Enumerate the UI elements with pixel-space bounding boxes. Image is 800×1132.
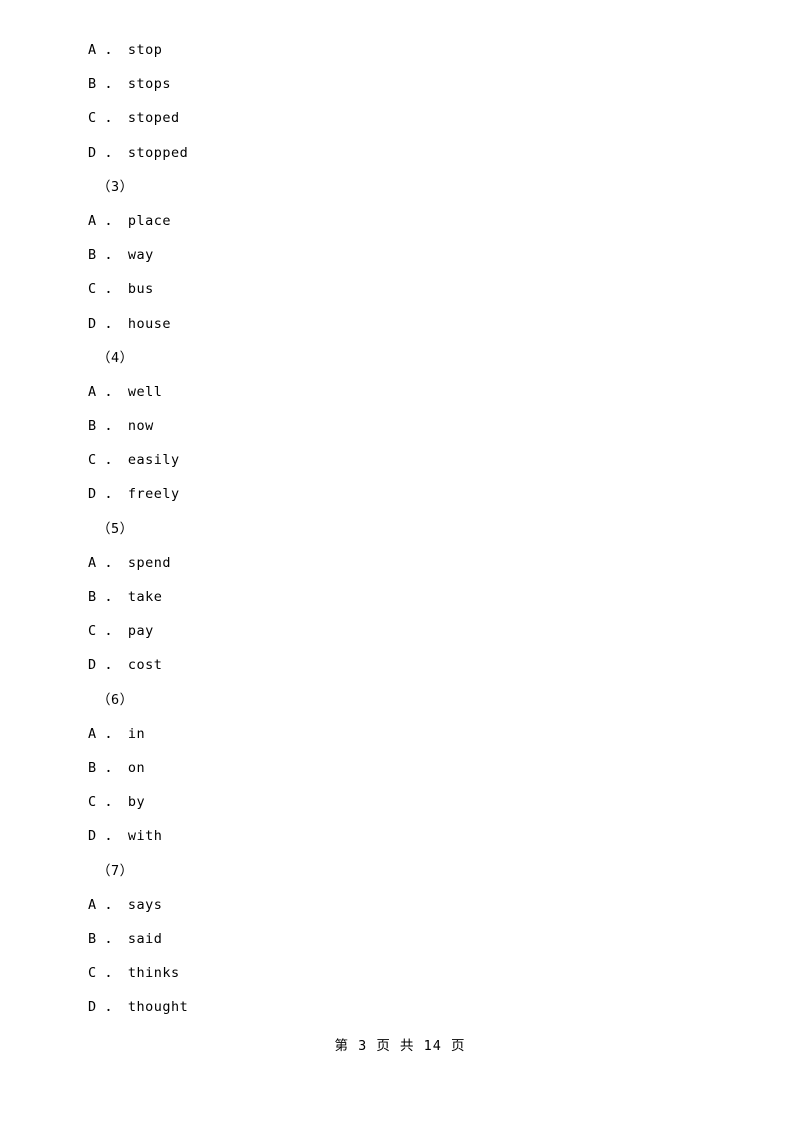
answer-option: D ． stopped — [88, 144, 189, 161]
question-number: （4） — [97, 349, 134, 366]
document-page: A ． stop B ． stops C ． stoped D ． stopped （3… — [0, 0, 800, 1132]
question-number: （7） — [97, 862, 134, 879]
answer-option: A ． in — [88, 725, 146, 742]
answer-option: C ． thinks — [88, 965, 180, 982]
answer-option: B ． take — [88, 589, 163, 605]
answer-option: B ． now — [88, 418, 154, 435]
answer-option: D ． freely — [88, 486, 180, 503]
answer-option: D ． thought — [88, 999, 189, 1016]
question-list: A ． stop B ． stops C ． stoped D ． stopped （3… — [88, 42, 708, 1035]
question-number: （5） — [97, 520, 134, 537]
answer-option: A ． well — [88, 383, 163, 400]
answer-option: B ． way — [88, 247, 154, 264]
answer-option: B ． on — [88, 759, 146, 776]
answer-option: A ． spend — [88, 554, 172, 571]
answer-option: C ． easily — [88, 452, 180, 469]
answer-option: D ． house — [88, 315, 172, 332]
page-footer: 第 3 页 共 14 页 — [334, 1038, 466, 1054]
answer-option: A ． place — [88, 212, 172, 229]
question-number: （6） — [97, 691, 134, 708]
answer-option: C ． pay — [88, 623, 154, 640]
answer-option: B ． stops — [88, 76, 172, 93]
answer-option: A ． says — [88, 896, 163, 913]
answer-option: C ． stoped — [88, 110, 180, 127]
question-number: （3） — [97, 178, 134, 195]
answer-option: D ． with — [88, 828, 163, 845]
answer-option: B ． said — [88, 930, 163, 947]
answer-option: A ． stop — [88, 42, 163, 58]
answer-option: C ． bus — [88, 281, 154, 298]
answer-option: D ． cost — [88, 657, 163, 674]
answer-option: C ． by — [88, 794, 146, 811]
